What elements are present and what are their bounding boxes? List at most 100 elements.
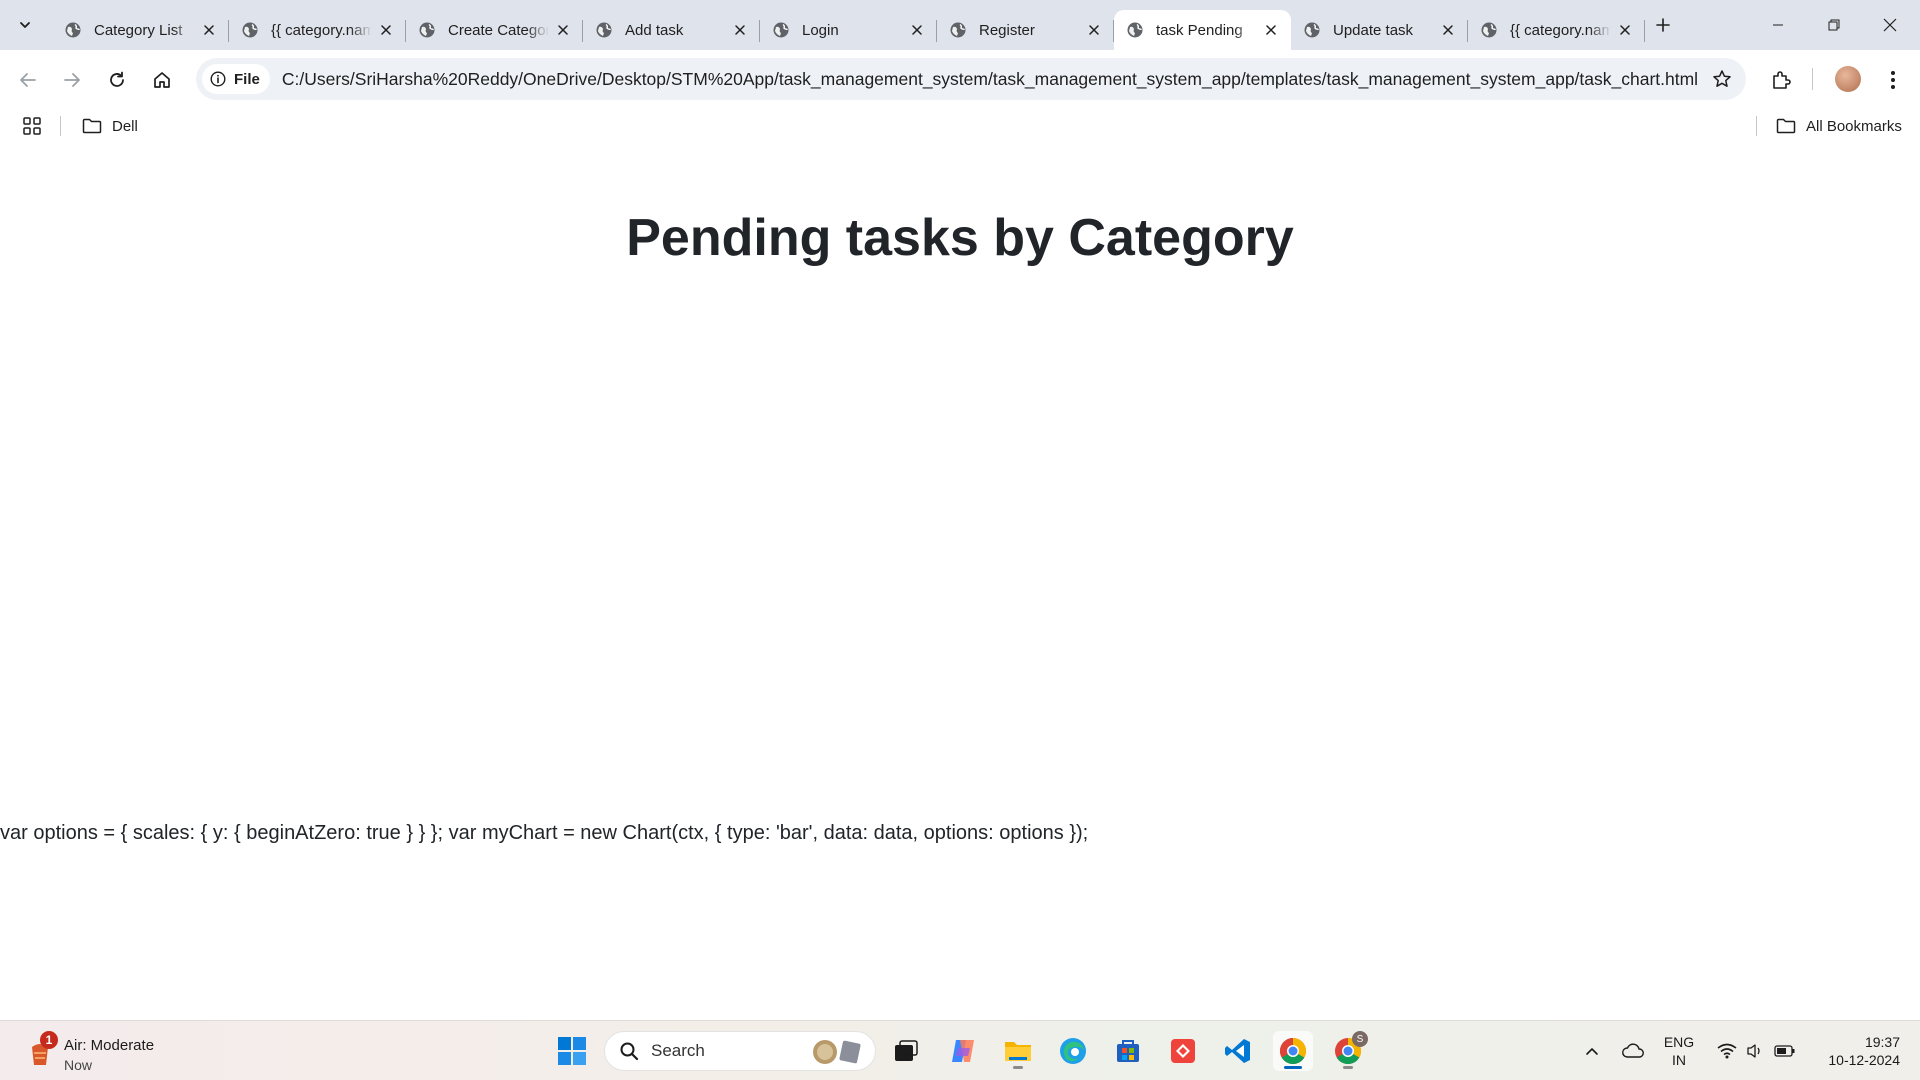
running-indicator: [1013, 1066, 1023, 1069]
globe-icon: [596, 22, 612, 38]
tab-title: Category List: [94, 21, 183, 39]
folder-icon: [1776, 118, 1796, 134]
back-button[interactable]: [12, 64, 44, 96]
globe-icon: [1481, 22, 1497, 38]
taskbar-chrome-profile[interactable]: S: [1328, 1031, 1368, 1071]
globe-icon: [65, 22, 81, 38]
taskbar-store[interactable]: [1108, 1031, 1148, 1071]
bookmark-star-icon[interactable]: [1712, 69, 1732, 89]
tab-active[interactable]: task Pending: [1114, 10, 1291, 50]
restore-button[interactable]: [1806, 0, 1862, 50]
close-icon: [558, 25, 568, 35]
wifi-icon: [1717, 1043, 1737, 1059]
profile-avatar[interactable]: [1835, 66, 1861, 92]
speaker-icon: [1747, 1044, 1760, 1058]
tab-separator: [1644, 20, 1645, 42]
close-icon: [381, 25, 391, 35]
tab-close-button[interactable]: [1086, 22, 1102, 38]
home-icon: [154, 72, 170, 88]
browser-tab[interactable]: Add task: [583, 10, 760, 50]
browser-tab[interactable]: Login: [760, 10, 937, 50]
tab-close-button[interactable]: [1440, 22, 1456, 38]
tab-close-button[interactable]: [1263, 22, 1279, 38]
tab-search-button[interactable]: [10, 10, 40, 40]
home-button[interactable]: [146, 64, 178, 96]
battery-tray[interactable]: [1770, 1031, 1800, 1071]
close-icon: [1620, 25, 1630, 35]
chrome-menu-button[interactable]: [1879, 66, 1907, 94]
close-icon: [912, 25, 922, 35]
restore-icon: [1828, 19, 1840, 31]
weather-widget[interactable]: 1 Air: Moderate Now: [22, 1029, 222, 1073]
tab-close-button[interactable]: [909, 22, 925, 38]
globe-icon: [950, 22, 966, 38]
tab-title: Update task: [1333, 21, 1414, 39]
taskbar-edge[interactable]: [1053, 1031, 1093, 1071]
tab-title: {{ category.name }}: [1510, 21, 1611, 39]
extensions-button[interactable]: [1767, 66, 1795, 94]
show-hidden-icons-button[interactable]: [1578, 1031, 1606, 1071]
task-view-icon: [895, 1040, 918, 1061]
globe-icon: [419, 22, 435, 38]
forward-button[interactable]: [56, 64, 88, 96]
taskbar-search-box[interactable]: Search: [604, 1031, 876, 1071]
all-bookmarks-button[interactable]: All Bookmarks: [1776, 114, 1902, 138]
close-window-button[interactable]: [1862, 0, 1918, 50]
edge-icon: [1060, 1038, 1086, 1064]
browser-tab[interactable]: Category List: [52, 10, 229, 50]
globe-icon: [1127, 22, 1143, 38]
apps-grid-icon[interactable]: [22, 116, 42, 136]
browser-tab[interactable]: Update task: [1291, 10, 1468, 50]
taskbar-file-explorer[interactable]: [998, 1031, 1038, 1071]
kebab-menu-icon: [1891, 71, 1895, 89]
bookmark-label: Dell: [112, 117, 138, 135]
tab-close-button[interactable]: [1617, 22, 1633, 38]
search-icon: [620, 1042, 639, 1061]
tab-close-button[interactable]: [732, 22, 748, 38]
tab-title: Create Category: [448, 21, 549, 39]
windows-start-icon[interactable]: [556, 1035, 588, 1067]
browser-tab[interactable]: {{ category.name }}: [229, 10, 406, 50]
all-bookmarks-label: All Bookmarks: [1806, 117, 1902, 135]
wifi-tray[interactable]: [1712, 1031, 1742, 1071]
taskbar-chrome-active[interactable]: [1273, 1031, 1313, 1071]
site-info-chip[interactable]: File: [202, 64, 270, 94]
arrow-left-icon: [20, 73, 36, 87]
tab-close-button[interactable]: [378, 22, 394, 38]
chevron-up-icon: [1586, 1048, 1598, 1055]
search-highlight-icon: [813, 1040, 861, 1064]
onedrive-tray[interactable]: [1618, 1031, 1648, 1071]
tab-close-button[interactable]: [201, 22, 217, 38]
minimize-button[interactable]: [1750, 0, 1806, 50]
bookmark-folder-dell[interactable]: Dell: [82, 114, 138, 138]
taskbar-vscode[interactable]: [1218, 1031, 1258, 1071]
bookmarks-divider: [60, 116, 61, 136]
address-bar[interactable]: File C:/Users/SriHarsha%20Reddy/OneDrive…: [196, 58, 1746, 100]
globe-icon: [1304, 22, 1320, 38]
system-clock[interactable]: 19:37 10-12-2024: [1810, 1033, 1900, 1069]
new-tab-button[interactable]: [1650, 12, 1676, 38]
taskbar-anydesk[interactable]: [1163, 1031, 1203, 1071]
tab-title: Add task: [625, 21, 684, 39]
close-icon: [735, 25, 745, 35]
taskbar-copilot[interactable]: [943, 1031, 983, 1071]
browser-tab[interactable]: {{ category.name }}: [1468, 10, 1645, 50]
clock-time: 19:37: [1864, 1034, 1900, 1050]
info-icon: [210, 71, 226, 87]
taskbar-task-view[interactable]: [886, 1031, 926, 1071]
running-indicator: [1343, 1066, 1353, 1069]
raw-script-text: var options = { scales: { y: { beginAtZe…: [0, 822, 1089, 844]
language-indicator[interactable]: ENG IN: [1656, 1033, 1702, 1069]
url-text[interactable]: C:/Users/SriHarsha%20Reddy/OneDrive/Desk…: [282, 69, 1698, 90]
browser-tab[interactable]: Create Category: [406, 10, 583, 50]
browser-tab[interactable]: Register: [937, 10, 1114, 50]
tab-close-button[interactable]: [555, 22, 571, 38]
profile-badge: S: [1352, 1031, 1368, 1047]
copilot-icon: [952, 1040, 974, 1062]
battery-icon: [1774, 1045, 1795, 1057]
language-line2: IN: [1672, 1052, 1686, 1068]
cloud-icon: [1622, 1043, 1644, 1058]
volume-tray[interactable]: [1742, 1031, 1768, 1071]
reload-button[interactable]: [101, 64, 133, 96]
weather-alert-badge: 1: [40, 1031, 58, 1049]
